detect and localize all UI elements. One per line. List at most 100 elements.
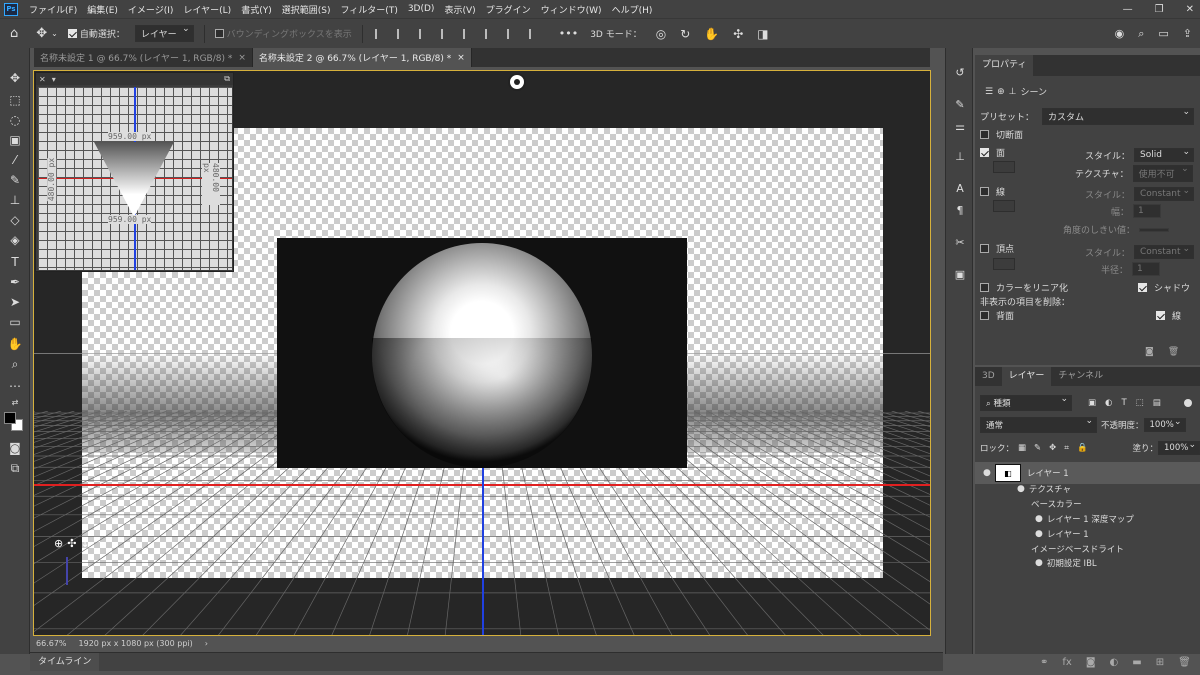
menu-plugins[interactable]: プラグイン <box>481 3 536 16</box>
quick-mask-icon[interactable]: ◙ <box>6 440 24 456</box>
vertex-checkbox[interactable] <box>980 244 989 253</box>
align-right-icon[interactable] <box>418 28 429 39</box>
menu-type[interactable]: 書式(Y) <box>236 3 277 16</box>
tab-document-1[interactable]: 名称未設定 1 @ 66.7% (レイヤー 1, RGB/8) * × <box>34 48 253 67</box>
tab-close-icon[interactable]: × <box>457 53 465 63</box>
minimize-button[interactable]: — <box>1123 4 1133 15</box>
eraser-tool-icon[interactable]: ◇ <box>6 212 24 228</box>
line2-row[interactable]: 線 <box>1156 309 1181 322</box>
align-left-icon[interactable] <box>374 28 385 39</box>
back-row[interactable]: 背面 <box>980 309 1014 322</box>
type-tool-icon[interactable]: T <box>6 254 24 270</box>
more-tools-icon[interactable]: ⋯ <box>6 378 24 394</box>
foreground-color-swatch[interactable] <box>4 412 16 424</box>
bbox-checkbox[interactable]: バウンディングボックスを表示 <box>214 27 352 40</box>
mask-icon[interactable]: ◙ <box>1086 657 1096 668</box>
slide-3d-icon[interactable]: ✣ <box>733 27 743 41</box>
tab-close-icon[interactable]: × <box>238 53 246 63</box>
object-select-icon[interactable]: ▣ <box>6 132 24 148</box>
align-hcenter-icon[interactable] <box>396 28 407 39</box>
close-button[interactable]: ✕ <box>1186 4 1194 15</box>
view-menu-icon[interactable]: ▾ <box>52 75 56 84</box>
fx-icon[interactable]: fx <box>1062 657 1071 668</box>
scene-label[interactable]: シーン <box>1020 85 1047 98</box>
face-row[interactable]: 面 <box>980 146 1005 159</box>
face-color-swatch[interactable] <box>993 161 1015 173</box>
vertex-style-dropdown[interactable]: Constant <box>1134 244 1195 259</box>
paint-bucket-icon[interactable]: ◈ <box>6 232 24 248</box>
marquee-tool-icon[interactable]: ⬚ <box>6 92 24 108</box>
vertex-color-swatch[interactable] <box>993 258 1015 270</box>
new-layer-icon[interactable]: ⊞ <box>1156 657 1164 668</box>
layer-sub-row[interactable]: ● テクスチャ <box>975 482 1200 496</box>
share-icon[interactable]: ⇪ <box>1183 27 1192 41</box>
layer-filter-dropdown[interactable]: ⌕ 種類 <box>980 394 1072 411</box>
tab-3d[interactable]: 3D <box>975 367 1002 386</box>
vertex-row[interactable]: 頂点 <box>980 242 1014 255</box>
trash-icon[interactable]: 🗑 <box>1178 657 1191 668</box>
restore-button[interactable]: ❐ <box>1155 4 1164 15</box>
path-select-icon[interactable]: ➤ <box>6 294 24 310</box>
lasso-tool-icon[interactable]: ◌ <box>6 112 24 128</box>
render-icon[interactable]: ◙ <box>1145 347 1154 357</box>
light-add-icon[interactable]: ⊕ <box>997 87 1005 97</box>
cross-section-checkbox[interactable] <box>980 130 989 139</box>
orbit-icon[interactable]: ◎ <box>656 27 666 41</box>
zoom-tool-icon[interactable]: ⌕ <box>6 356 24 372</box>
menu-edit[interactable]: 編集(E) <box>82 3 123 16</box>
timeline-tab[interactable]: タイムライン <box>30 653 100 671</box>
align-bottom-icon[interactable] <box>506 28 517 39</box>
more-options-icon[interactable]: ••• <box>559 27 578 40</box>
maximize-view-icon[interactable]: ⧉ <box>224 74 230 84</box>
eyedropper-icon[interactable]: ⁄ <box>6 152 24 168</box>
lock-position-icon[interactable]: ✥ <box>1049 443 1056 453</box>
pen-tool-icon[interactable]: ✒ <box>6 274 24 290</box>
back-checkbox[interactable] <box>980 311 989 320</box>
tab-channels[interactable]: チャンネル <box>1051 367 1110 386</box>
layer-sub-row[interactable]: ● 初期設定 IBL <box>975 556 1200 570</box>
menu-layer[interactable]: レイヤー(L) <box>178 3 236 16</box>
auto-select-checkbox[interactable]: 自動選択： <box>67 27 125 40</box>
align-vcenter-icon[interactable] <box>484 28 495 39</box>
preset-dropdown[interactable]: カスタム <box>1042 107 1195 125</box>
shape-filter-icon[interactable]: ⬚ <box>1136 398 1144 408</box>
roll-icon[interactable]: ↻ <box>680 27 690 41</box>
width-input[interactable]: 1 <box>1133 204 1162 218</box>
paragraph-icon[interactable]: ¶ <box>952 204 968 218</box>
align-top-icon[interactable] <box>462 28 473 39</box>
menu-3d[interactable]: 3D(D) <box>403 4 440 14</box>
rotate-axis-icon[interactable]: ⊕ <box>54 537 63 550</box>
swap-colors-icon[interactable]: ⇄ <box>6 395 24 411</box>
account-icon[interactable]: ◉ <box>1115 27 1125 41</box>
linearize-checkbox[interactable] <box>980 283 989 292</box>
link-icon[interactable]: ⚭ <box>1040 657 1048 668</box>
delete-icon[interactable]: 🗑 <box>1168 347 1179 357</box>
radius-input[interactable]: 1 <box>1132 262 1161 276</box>
layer-sub-row[interactable]: ● レイヤー 1 <box>975 527 1200 541</box>
3d-axis-widget[interactable]: ⊕ ✣ ↓ <box>54 537 90 550</box>
lock-transparency-icon[interactable]: ▦ <box>1018 443 1026 453</box>
lock-all-icon[interactable]: 🔒 <box>1077 443 1088 453</box>
tool-presets-icon[interactable]: ✂ <box>952 236 968 250</box>
status-menu-arrow[interactable]: › <box>205 639 208 648</box>
menu-filter[interactable]: フィルター(T) <box>335 3 402 16</box>
depth-axis-icon[interactable]: ↓ <box>80 537 89 550</box>
move-tool-icon[interactable]: ✥ <box>36 26 47 41</box>
lock-pixels-icon[interactable]: ✎ <box>1034 443 1041 453</box>
face-checkbox[interactable] <box>980 148 989 157</box>
opacity-input[interactable]: 100% <box>1143 417 1186 432</box>
zoom-level[interactable]: 66.67% <box>36 639 67 648</box>
blend-mode-dropdown[interactable]: 通常 <box>980 416 1097 433</box>
filter-toggle-icon[interactable] <box>1184 399 1192 407</box>
layer-row[interactable]: ● ◧ レイヤー 1 <box>975 462 1200 484</box>
tab-properties[interactable]: プロパティ <box>975 55 1034 76</box>
shadow-checkbox[interactable] <box>1138 283 1147 292</box>
scene-icon[interactable]: ⊥ <box>1009 87 1017 97</box>
menu-select[interactable]: 選択範囲(S) <box>277 3 336 16</box>
lock-artboard-icon[interactable]: ⌗ <box>1064 443 1069 453</box>
shadow-row[interactable]: シャドウ <box>1138 281 1190 294</box>
eye-icon[interactable]: ● <box>1017 484 1025 494</box>
tab-layers[interactable]: レイヤー <box>1001 367 1052 386</box>
adjust-filter-icon[interactable]: ◐ <box>1105 398 1112 408</box>
line-row[interactable]: 線 <box>980 185 1005 198</box>
